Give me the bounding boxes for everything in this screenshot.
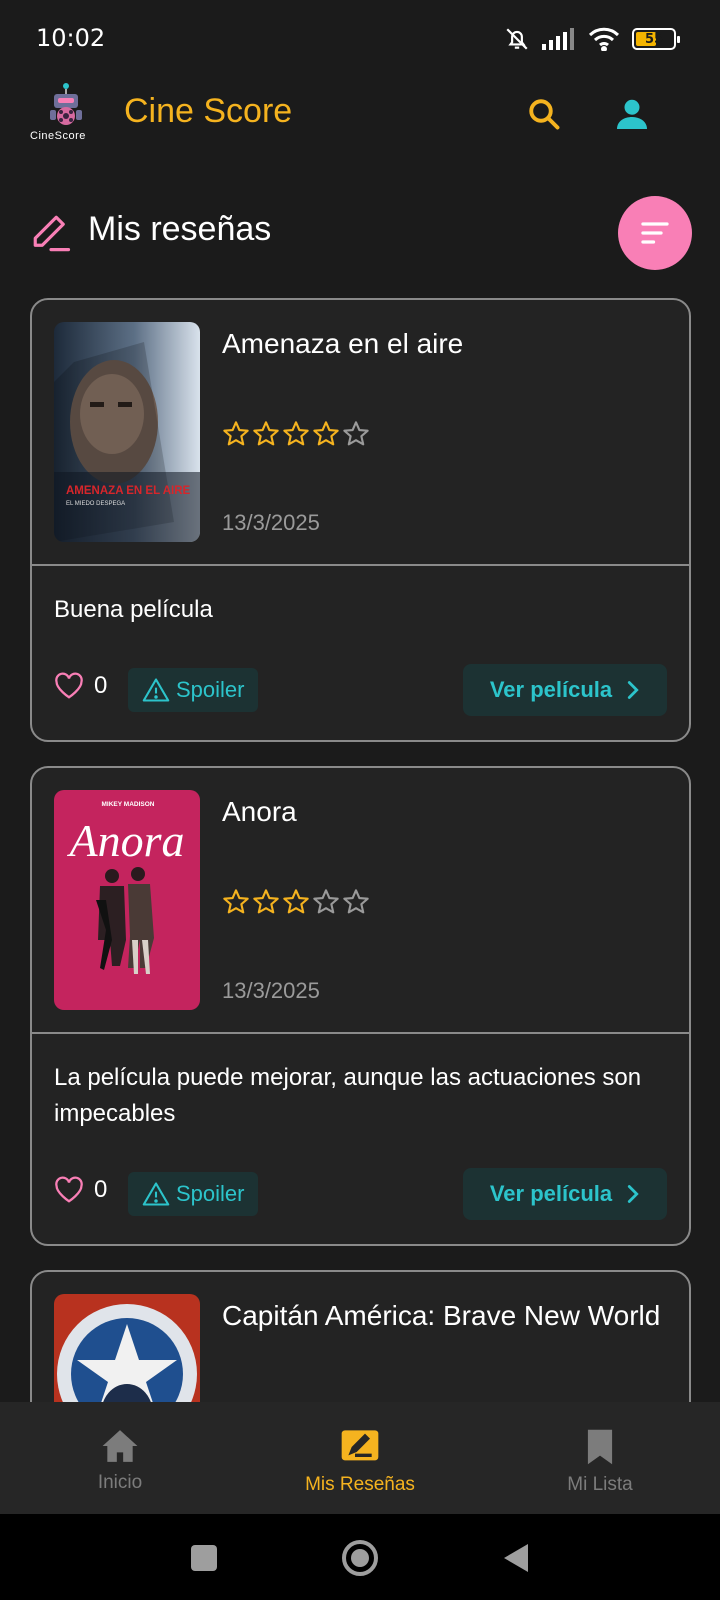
review-card-header: AMENAZA EN EL AIRE EL MIEDO DESPEGA Amen… [32, 300, 689, 566]
view-movie-button[interactable]: Ver película [463, 664, 667, 716]
nav-label: Mis Reseñas [305, 1474, 415, 1495]
home-icon [102, 1430, 138, 1462]
filter-button[interactable] [618, 196, 692, 270]
review-actions: 0 Spoiler Ver película [54, 1168, 667, 1222]
warning-icon [142, 1182, 170, 1206]
movie-title[interactable]: Anora [222, 792, 672, 832]
review-card[interactable]: MIKEY MADISON Anora Anora 13/3/2025 La p… [30, 766, 691, 1246]
like-count: 0 [94, 672, 108, 699]
nav-label: Mi Lista [567, 1474, 633, 1495]
poster-actor: MIKEY MADISON [102, 801, 155, 808]
star-filled-icon [283, 889, 309, 914]
back-button[interactable] [494, 1536, 538, 1580]
logo-text: CineScore [30, 130, 86, 142]
heart-icon [55, 672, 83, 699]
view-movie-button[interactable]: Ver película [463, 1168, 667, 1220]
signal-icon [542, 28, 574, 50]
spoiler-badge: Spoiler [128, 668, 259, 712]
movie-title[interactable]: Amenaza en el aire [222, 324, 672, 364]
sort-icon [641, 222, 669, 244]
review-card-header: MIKEY MADISON Anora Anora 13/3/2025 [32, 768, 689, 1034]
chevron-right-icon [628, 681, 639, 699]
nav-item-mi-lista[interactable]: Mi Lista [480, 1402, 720, 1514]
spoiler-badge: Spoiler [128, 1172, 259, 1216]
poster-tagline: EL MIEDO DESPEGA [66, 501, 125, 507]
star-filled-icon [313, 421, 339, 446]
bottom-nav: Inicio Mis Reseñas Mi Lista [0, 1402, 720, 1514]
star-rating [222, 420, 370, 448]
poster-title: AMENAZA EN EL AIRE [66, 485, 190, 497]
system-nav [0, 1514, 720, 1600]
wifi-icon [588, 27, 620, 51]
like-button[interactable]: 0 [54, 672, 107, 700]
star-filled-icon [223, 421, 249, 446]
review-text: Buena película [54, 596, 213, 623]
star-filled-icon [283, 421, 309, 446]
star-rating [222, 888, 370, 916]
back-triangle-icon [504, 1544, 528, 1572]
movie-poster[interactable]: MIKEY MADISON Anora [54, 790, 200, 1010]
review-card[interactable]: Capitán América: Brave New World [30, 1270, 691, 1402]
star-empty-icon [343, 421, 369, 446]
spoiler-label: Spoiler [176, 1181, 245, 1206]
movie-title[interactable]: Capitán América: Brave New World [222, 1296, 672, 1336]
star-empty-icon [313, 889, 339, 914]
view-movie-label: Ver película [489, 1181, 613, 1206]
pencil-icon [33, 215, 71, 252]
page-title: Mis reseñas [88, 210, 272, 248]
square-icon [191, 1545, 217, 1571]
nav-label: Inicio [97, 1472, 143, 1493]
poster-title: Anora [67, 815, 185, 866]
like-count: 0 [94, 1176, 108, 1203]
star-filled-icon [253, 421, 279, 446]
search-icon [529, 99, 560, 130]
profile-button[interactable] [608, 90, 656, 138]
status-bar: 10:02 55 [0, 0, 720, 80]
app-title: Cine Score [124, 92, 293, 130]
chevron-right-icon [628, 1185, 639, 1203]
star-filled-icon [223, 889, 249, 914]
review-date: 13/3/2025 [222, 978, 320, 1003]
review-date: 13/3/2025 [222, 510, 320, 535]
status-time: 10:02 [36, 24, 106, 52]
movie-poster[interactable]: AMENAZA EN EL AIRE EL MIEDO DESPEGA [54, 322, 200, 542]
bell-off-icon [506, 28, 528, 50]
section-title-row: Mis reseñas [30, 196, 692, 272]
movie-poster[interactable] [54, 1294, 200, 1402]
review-body: La película puede mejorar, aunque las ac… [32, 1034, 689, 1244]
review-icon [341, 1430, 379, 1461]
nav-item-inicio[interactable]: Inicio [0, 1402, 240, 1514]
circle-icon [342, 1540, 378, 1576]
review-card-header: Capitán América: Brave New World [32, 1272, 689, 1402]
warning-icon [142, 678, 170, 702]
review-card[interactable]: AMENAZA EN EL AIRE EL MIEDO DESPEGA Amen… [30, 298, 691, 742]
battery-icon: 55 [632, 28, 680, 50]
bookmark-icon [587, 1429, 613, 1465]
spoiler-label: Spoiler [176, 677, 245, 702]
review-body: Buena película 0 Spoiler Ver película [32, 566, 689, 740]
like-button[interactable]: 0 [54, 1176, 107, 1204]
heart-icon [55, 1176, 83, 1203]
nav-item-mis-resenas[interactable]: Mis Reseñas [240, 1402, 480, 1514]
user-icon [617, 99, 647, 129]
search-button[interactable] [520, 90, 568, 138]
recents-button[interactable] [182, 1536, 226, 1580]
star-filled-icon [253, 889, 279, 914]
review-actions: 0 Spoiler Ver película [54, 664, 667, 718]
view-movie-label: Ver película [489, 677, 613, 702]
battery-text: 55 [644, 31, 664, 47]
app-header: CineScore Cine Score [0, 80, 720, 176]
review-text: La película puede mejorar, aunque las ac… [54, 1064, 642, 1127]
star-empty-icon [343, 889, 369, 914]
review-feed[interactable]: AMENAZA EN EL AIRE EL MIEDO DESPEGA Amen… [0, 296, 720, 1402]
screen: 10:02 55 CineScore Cine Score Mis reseña… [0, 0, 720, 1600]
home-button[interactable] [338, 1536, 382, 1580]
status-icons: 55 [504, 26, 680, 52]
